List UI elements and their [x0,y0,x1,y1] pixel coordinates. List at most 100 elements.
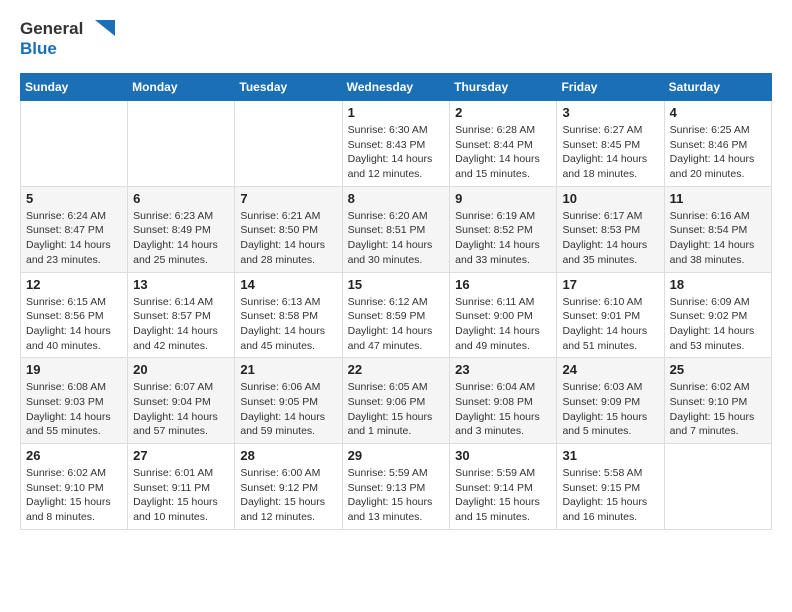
day-info: Sunrise: 6:03 AMSunset: 9:09 PMDaylight:… [562,380,658,439]
day-number: 22 [348,362,445,377]
day-number: 7 [240,191,336,206]
day-info: Sunrise: 6:20 AMSunset: 8:51 PMDaylight:… [348,209,445,268]
day-number: 25 [670,362,766,377]
calendar-week-row: 5 Sunrise: 6:24 AMSunset: 8:47 PMDaylight… [21,186,772,272]
calendar-day-27: 27 Sunrise: 6:01 AMSunset: 9:11 PMDayligh… [128,444,235,530]
calendar-day-16: 16 Sunrise: 6:11 AMSunset: 9:00 PMDayligh… [450,272,557,358]
day-number: 26 [26,448,122,463]
calendar-day-19: 19Sunrise: 6:08 AMSunset: 9:03 PMDayligh… [21,358,128,444]
weekday-header-monday: Monday [128,74,235,101]
calendar-day-18: 18Sunrise: 6:09 AMSunset: 9:02 PMDayligh… [664,272,771,358]
day-info: Sunrise: 5:59 AMSunset: 9:14 PMDaylight:… [455,466,551,525]
day-info: Sunrise: 6:01 AMSunset: 9:11 PMDaylight:… [133,466,229,525]
calendar-day-26: 26Sunrise: 6:02 AMSunset: 9:10 PMDayligh… [21,444,128,530]
day-info: Sunrise: 6:30 AMSunset: 8:43 PMDaylight:… [348,123,445,182]
day-info: Sunrise: 6:17 AMSunset: 8:53 PMDaylight:… [562,209,658,268]
day-info: Sunrise: 6:23 AMSunset: 8:49 PMDaylight:… [133,209,229,268]
day-info: Sunrise: 6:21 AMSunset: 8:50 PMDaylight:… [240,209,336,268]
day-info: Sunrise: 6:24 AMSunset: 8:47 PMDaylight:… [26,209,122,268]
day-info: Sunrise: 6:27 AMSunset: 8:45 PMDaylight:… [562,123,658,182]
calendar-week-row: 12 Sunrise: 6:15 AMSunset: 8:56 PMDayligh… [21,272,772,358]
day-number: 15 [348,277,445,292]
day-info: Sunrise: 6:07 AMSunset: 9:04 PMDaylight:… [133,380,229,439]
calendar-day-9: 9 Sunrise: 6:19 AMSunset: 8:52 PMDaylight… [450,186,557,272]
weekday-header-row: SundayMondayTuesdayWednesdayThursdayFrid… [21,74,772,101]
calendar-day-7: 7 Sunrise: 6:21 AMSunset: 8:50 PMDaylight… [235,186,342,272]
day-number: 13 [133,277,229,292]
calendar-day-4: 4 Sunrise: 6:25 AMSunset: 8:46 PMDaylight… [664,101,771,187]
calendar-table: SundayMondayTuesdayWednesdayThursdayFrid… [20,73,772,530]
day-number: 2 [455,105,551,120]
calendar-empty-cell [128,101,235,187]
day-info: Sunrise: 6:10 AMSunset: 9:01 PMDaylight:… [562,295,658,354]
day-info: Sunrise: 6:04 AMSunset: 9:08 PMDaylight:… [455,380,551,439]
weekday-header-tuesday: Tuesday [235,74,342,101]
day-info: Sunrise: 6:14 AMSunset: 8:57 PMDaylight:… [133,295,229,354]
svg-text:General: General [20,19,83,38]
calendar-empty-cell [235,101,342,187]
day-number: 12 [26,277,122,292]
day-number: 1 [348,105,445,120]
day-number: 24 [562,362,658,377]
calendar-day-5: 5 Sunrise: 6:24 AMSunset: 8:47 PMDaylight… [21,186,128,272]
day-info: Sunrise: 6:12 AMSunset: 8:59 PMDaylight:… [348,295,445,354]
calendar-day-12: 12 Sunrise: 6:15 AMSunset: 8:56 PMDayligh… [21,272,128,358]
day-info: Sunrise: 5:59 AMSunset: 9:13 PMDaylight:… [348,466,445,525]
logo-svg: GeneralBlue [20,16,130,61]
day-number: 4 [670,105,766,120]
day-number: 28 [240,448,336,463]
weekday-header-saturday: Saturday [664,74,771,101]
calendar-day-8: 8 Sunrise: 6:20 AMSunset: 8:51 PMDaylight… [342,186,450,272]
day-number: 10 [562,191,658,206]
calendar-week-row: 1 Sunrise: 6:30 AMSunset: 8:43 PMDaylight… [21,101,772,187]
day-info: Sunrise: 6:06 AMSunset: 9:05 PMDaylight:… [240,380,336,439]
calendar-day-23: 23Sunrise: 6:04 AMSunset: 9:08 PMDayligh… [450,358,557,444]
day-number: 6 [133,191,229,206]
day-info: Sunrise: 6:02 AMSunset: 9:10 PMDaylight:… [670,380,766,439]
day-number: 31 [562,448,658,463]
day-info: Sunrise: 6:25 AMSunset: 8:46 PMDaylight:… [670,123,766,182]
calendar-day-21: 21 Sunrise: 6:06 AMSunset: 9:05 PMDayligh… [235,358,342,444]
calendar-day-17: 17 Sunrise: 6:10 AMSunset: 9:01 PMDayligh… [557,272,664,358]
calendar-empty-cell [664,444,771,530]
day-number: 20 [133,362,229,377]
weekday-header-friday: Friday [557,74,664,101]
day-info: Sunrise: 6:08 AMSunset: 9:03 PMDaylight:… [26,380,122,439]
day-number: 11 [670,191,766,206]
weekday-header-thursday: Thursday [450,74,557,101]
calendar-week-row: 26Sunrise: 6:02 AMSunset: 9:10 PMDayligh… [21,444,772,530]
day-number: 14 [240,277,336,292]
weekday-header-wednesday: Wednesday [342,74,450,101]
day-info: Sunrise: 5:58 AMSunset: 9:15 PMDaylight:… [562,466,658,525]
day-number: 9 [455,191,551,206]
calendar-day-25: 25 Sunrise: 6:02 AMSunset: 9:10 PMDayligh… [664,358,771,444]
day-number: 5 [26,191,122,206]
calendar-day-13: 13 Sunrise: 6:14 AMSunset: 8:57 PMDayligh… [128,272,235,358]
calendar-day-15: 15 Sunrise: 6:12 AMSunset: 8:59 PMDayligh… [342,272,450,358]
calendar-day-2: 2 Sunrise: 6:28 AMSunset: 8:44 PMDaylight… [450,101,557,187]
day-info: Sunrise: 6:15 AMSunset: 8:56 PMDaylight:… [26,295,122,354]
day-number: 8 [348,191,445,206]
calendar-day-3: 3 Sunrise: 6:27 AMSunset: 8:45 PMDaylight… [557,101,664,187]
day-info: Sunrise: 6:05 AMSunset: 9:06 PMDaylight:… [348,380,445,439]
day-number: 16 [455,277,551,292]
calendar-day-29: 29 Sunrise: 5:59 AMSunset: 9:13 PMDayligh… [342,444,450,530]
logo: GeneralBlue [20,16,130,61]
calendar-day-10: 10 Sunrise: 6:17 AMSunset: 8:53 PMDayligh… [557,186,664,272]
calendar-day-20: 20 Sunrise: 6:07 AMSunset: 9:04 PMDayligh… [128,358,235,444]
day-number: 29 [348,448,445,463]
day-number: 18 [670,277,766,292]
weekday-header-sunday: Sunday [21,74,128,101]
calendar-week-row: 19Sunrise: 6:08 AMSunset: 9:03 PMDayligh… [21,358,772,444]
day-number: 21 [240,362,336,377]
day-info: Sunrise: 6:28 AMSunset: 8:44 PMDaylight:… [455,123,551,182]
day-number: 3 [562,105,658,120]
day-info: Sunrise: 6:11 AMSunset: 9:00 PMDaylight:… [455,295,551,354]
calendar-day-14: 14Sunrise: 6:13 AMSunset: 8:58 PMDayligh… [235,272,342,358]
day-info: Sunrise: 6:19 AMSunset: 8:52 PMDaylight:… [455,209,551,268]
day-number: 17 [562,277,658,292]
day-info: Sunrise: 6:16 AMSunset: 8:54 PMDaylight:… [670,209,766,268]
page-header: GeneralBlue [20,16,772,61]
day-number: 27 [133,448,229,463]
calendar-day-24: 24 Sunrise: 6:03 AMSunset: 9:09 PMDayligh… [557,358,664,444]
